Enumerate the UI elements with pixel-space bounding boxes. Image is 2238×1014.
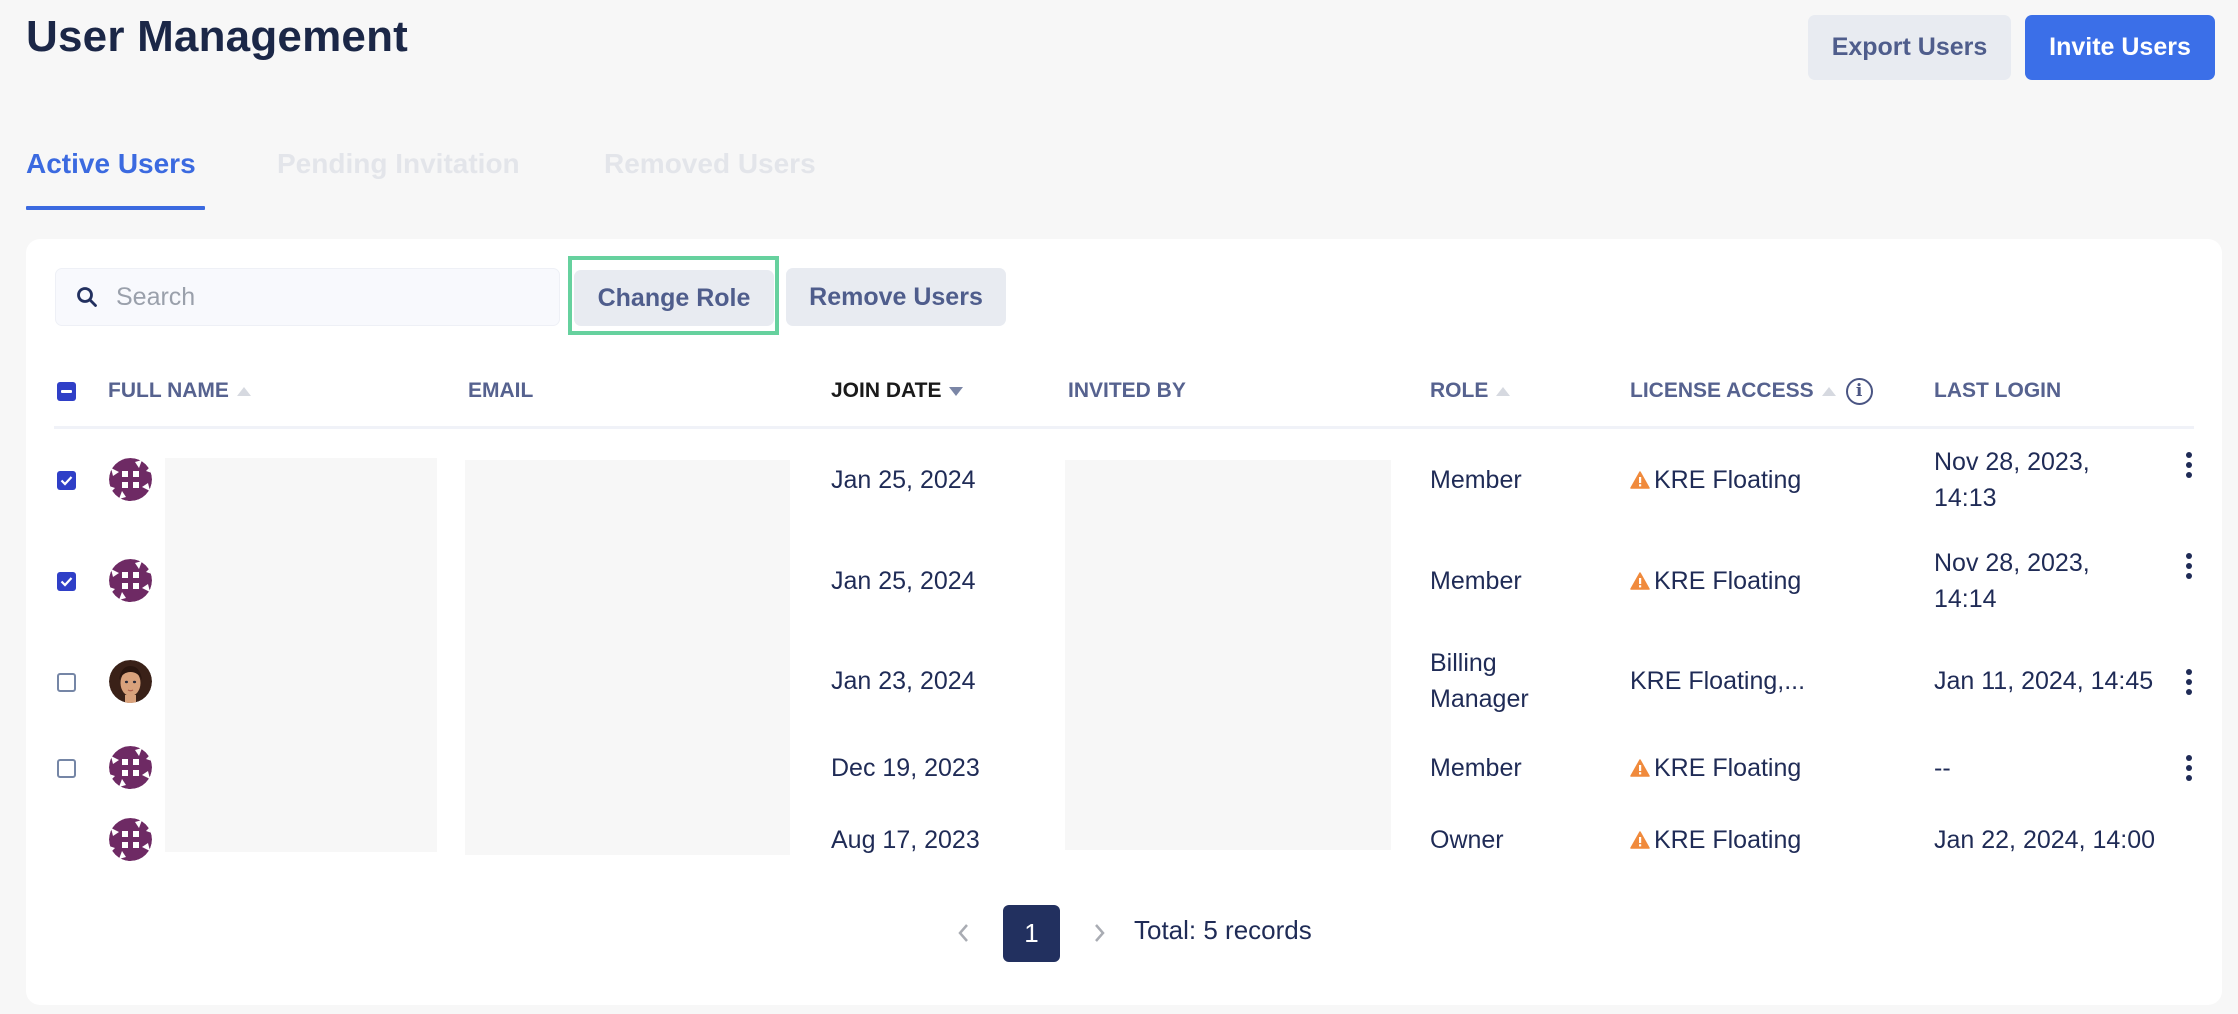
- last-login-time: 14:14: [1934, 585, 1997, 613]
- avatar: [109, 458, 152, 501]
- more-vertical-icon[interactable]: [2179, 665, 2199, 699]
- remove-users-button[interactable]: Remove Users: [786, 268, 1006, 326]
- redacted-full-name-column: [165, 458, 437, 852]
- last-login: Jan 11, 2024, 14:45: [1934, 667, 2154, 695]
- redacted-invited-by-column: [1065, 460, 1391, 850]
- page-button-current[interactable]: 1: [1003, 905, 1060, 962]
- role: Member: [1430, 754, 1522, 782]
- column-header-join-date[interactable]: JOIN DATE: [831, 378, 964, 404]
- last-login: --: [1934, 754, 1951, 782]
- role: Member: [1430, 466, 1522, 494]
- role: Billing: [1430, 649, 1497, 677]
- column-header-license-access[interactable]: LICENSE ACCESS i: [1630, 377, 1873, 405]
- column-header-email: EMAIL: [468, 378, 533, 404]
- avatar: [109, 660, 152, 703]
- join-date: Jan 25, 2024: [831, 567, 976, 595]
- warning-icon: [1630, 831, 1650, 849]
- column-header-role[interactable]: ROLE: [1430, 378, 1511, 404]
- row-checkbox[interactable]: [57, 471, 76, 490]
- chevron-right-icon[interactable]: [1088, 916, 1112, 950]
- column-label: FULL NAME: [108, 379, 229, 402]
- chevron-left-icon[interactable]: [951, 916, 975, 950]
- role: Owner: [1430, 826, 1504, 854]
- join-date: Aug 17, 2023: [831, 826, 980, 854]
- join-date: Dec 19, 2023: [831, 754, 980, 782]
- active-tab-indicator: [26, 206, 205, 210]
- last-login: Nov 28, 2023,: [1934, 549, 2090, 577]
- license-access: KRE Floating: [1630, 462, 1801, 498]
- column-label: INVITED BY: [1068, 379, 1186, 402]
- last-login: Jan 22, 2024, 14:00: [1934, 826, 2156, 854]
- sort-up-icon: [1496, 386, 1511, 396]
- license-access: KRE Floating: [1630, 563, 1801, 599]
- row-checkbox[interactable]: [57, 673, 76, 692]
- avatar: [109, 746, 152, 789]
- column-header-last-login: LAST LOGIN: [1934, 378, 2061, 404]
- search-box[interactable]: [55, 268, 560, 326]
- tab-removed-users[interactable]: Removed Users: [604, 148, 816, 180]
- join-date: Jan 23, 2024: [831, 667, 976, 695]
- more-vertical-icon[interactable]: [2179, 549, 2199, 583]
- info-icon[interactable]: i: [1845, 377, 1873, 405]
- search-icon: [74, 284, 100, 310]
- column-label: EMAIL: [468, 379, 534, 402]
- warning-icon: [1630, 471, 1650, 489]
- avatar: [109, 818, 152, 861]
- warning-icon: [1630, 759, 1650, 777]
- license-text: KRE Floating,...: [1630, 667, 1806, 695]
- column-label: ROLE: [1430, 379, 1489, 402]
- row-checkbox[interactable]: [57, 572, 76, 591]
- last-login: Nov 28, 2023,: [1934, 448, 2090, 476]
- license-text: KRE Floating: [1654, 567, 1802, 595]
- header-divider: [54, 426, 2194, 429]
- column-label: LICENSE ACCESS: [1630, 379, 1814, 402]
- sort-up-icon: [236, 386, 251, 396]
- column-label: JOIN DATE: [831, 379, 942, 402]
- total-records: Total: 5 records: [1134, 915, 1312, 945]
- license-text: KRE Floating: [1654, 826, 1802, 854]
- column-header-full-name[interactable]: FULL NAME: [108, 378, 251, 404]
- select-all-checkbox[interactable]: [57, 382, 76, 401]
- warning-icon: [1630, 572, 1650, 590]
- sort-up-icon: [1821, 386, 1836, 396]
- role: Member: [1430, 567, 1522, 595]
- tab-active-users[interactable]: Active Users: [26, 148, 196, 180]
- last-login-time: 14:13: [1934, 484, 1997, 512]
- redacted-email-column: [465, 460, 790, 855]
- license-access: KRE Floating: [1630, 750, 1801, 786]
- row-checkbox[interactable]: [57, 759, 76, 778]
- role-line-2: Manager: [1430, 685, 1529, 713]
- export-users-button[interactable]: Export Users: [1808, 15, 2011, 80]
- more-vertical-icon[interactable]: [2179, 448, 2199, 482]
- column-label: LAST LOGIN: [1934, 379, 2062, 402]
- page-title: User Management: [26, 12, 409, 61]
- avatar: [109, 559, 152, 602]
- invite-users-button[interactable]: Invite Users: [2025, 15, 2215, 80]
- license-text: KRE Floating: [1654, 466, 1802, 494]
- tab-pending-invitation[interactable]: Pending Invitation: [277, 148, 520, 180]
- license-access: KRE Floating,...: [1630, 663, 1805, 699]
- sort-down-icon: [949, 386, 964, 396]
- column-header-invited-by: INVITED BY: [1068, 378, 1186, 404]
- join-date: Jan 25, 2024: [831, 466, 976, 494]
- license-access: KRE Floating: [1630, 822, 1801, 858]
- more-vertical-icon[interactable]: [2179, 751, 2199, 785]
- search-input[interactable]: [116, 282, 556, 312]
- license-text: KRE Floating: [1654, 754, 1802, 782]
- change-role-button[interactable]: Change Role: [574, 270, 774, 326]
